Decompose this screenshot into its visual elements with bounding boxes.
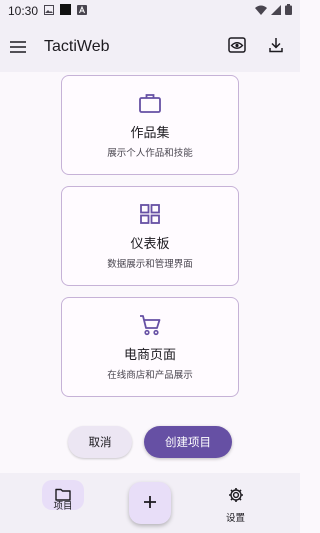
cancel-button[interactable]: 取消 — [68, 426, 132, 458]
a-icon — [77, 4, 88, 18]
status-bar: 10:30 — [0, 0, 300, 22]
template-title: 电商页面 — [123, 348, 176, 363]
gear-icon — [228, 487, 244, 507]
template-title: 作品集 — [130, 126, 170, 141]
square-icon — [60, 4, 72, 18]
create-project-button[interactable]: 创建项目 — [144, 426, 232, 458]
template-description: 数据展示和管理界面 — [107, 259, 193, 270]
menu-icon[interactable] — [10, 38, 26, 57]
template-card-portfolio[interactable]: 作品集 展示个人作品和技能 — [61, 75, 239, 175]
template-description: 在线商店和产品展示 — [107, 370, 193, 381]
nav-item-projects[interactable]: 项目 — [42, 480, 84, 517]
nav-label: 设置 — [226, 513, 246, 524]
add-project-fab[interactable] — [129, 482, 171, 524]
status-time: 10:30 — [8, 4, 39, 18]
wifi-icon — [255, 5, 267, 18]
template-description: 展示个人作品和技能 — [107, 148, 193, 159]
download-icon[interactable] — [268, 37, 284, 57]
nav-item-settings[interactable]: 设置 — [226, 487, 245, 524]
signal-icon — [271, 4, 281, 18]
template-list: 作品集 展示个人作品和技能 仪表板 数据展示和管理界面 电商页面 在线商店和产品… — [0, 72, 300, 473]
preview-icon[interactable] — [228, 37, 246, 57]
briefcase-icon — [139, 90, 161, 116]
image-icon — [44, 4, 55, 18]
app-bar: TactiWeb — [0, 22, 300, 72]
dialog-actions: 取消 创建项目 — [0, 426, 300, 458]
plus-icon — [143, 494, 157, 513]
nav-label: 项目 — [53, 501, 73, 512]
battery-icon — [285, 4, 292, 18]
cart-icon — [139, 312, 161, 338]
template-card-ecommerce[interactable]: 电商页面 在线商店和产品展示 — [61, 297, 239, 397]
app-title: TactiWeb — [44, 38, 110, 55]
template-card-dashboard[interactable]: 仪表板 数据展示和管理界面 — [61, 186, 239, 286]
dashboard-icon — [140, 201, 160, 227]
template-title: 仪表板 — [130, 237, 170, 252]
